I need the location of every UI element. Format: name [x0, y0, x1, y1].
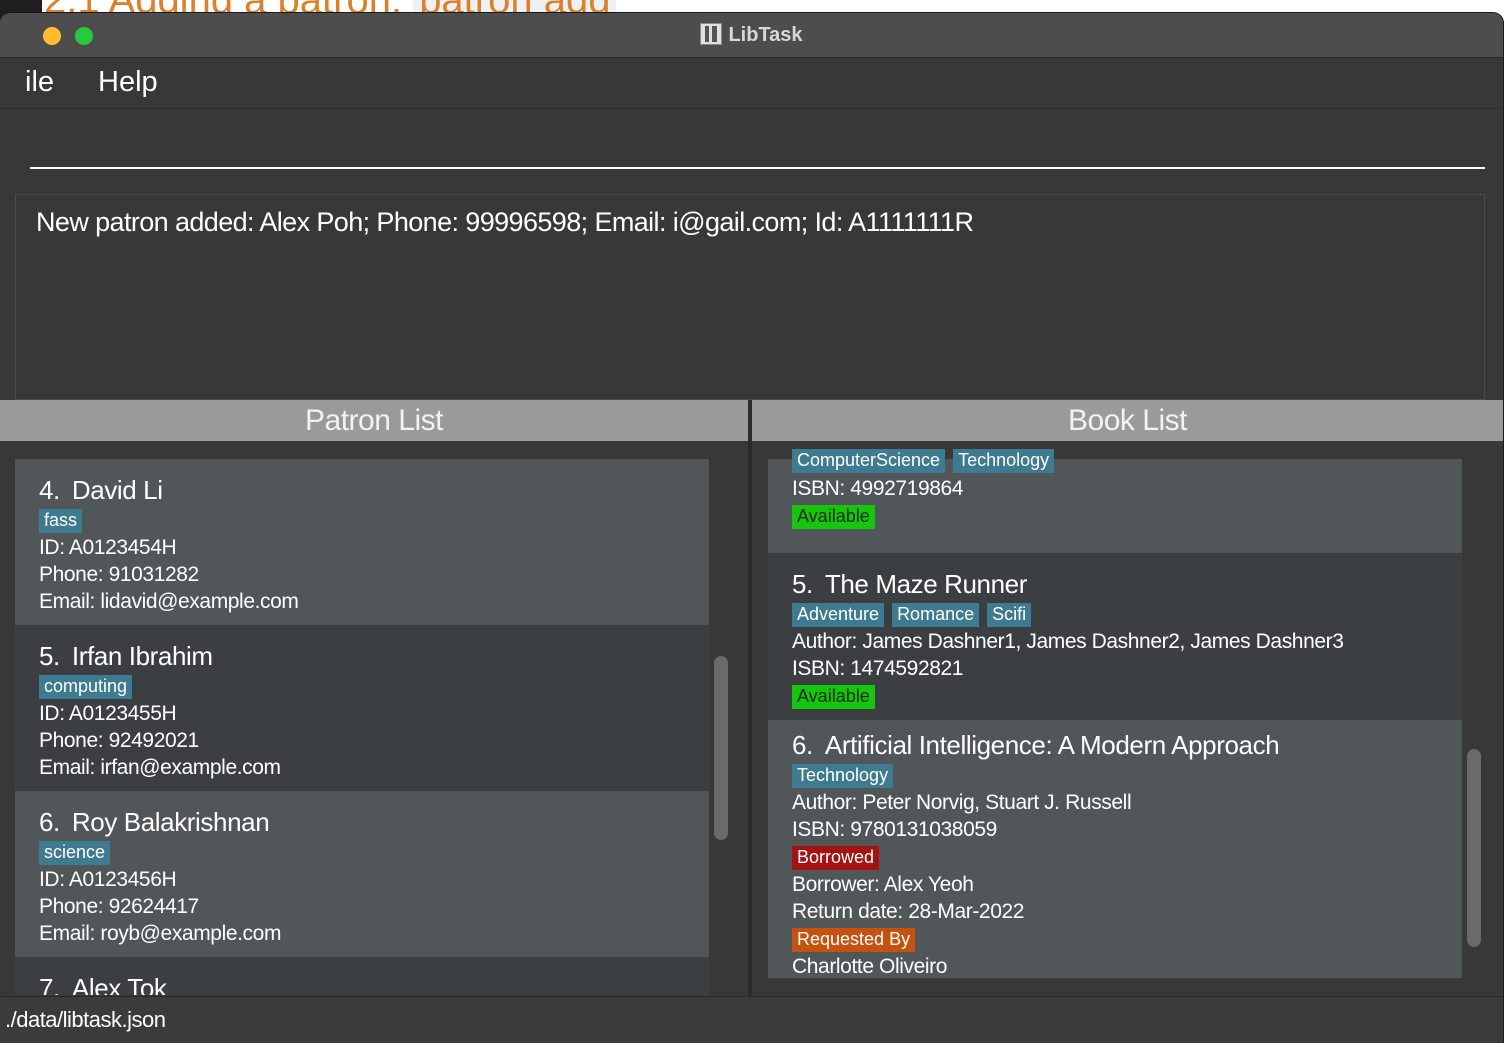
data-file-path: ./data/libtask.json — [5, 1007, 166, 1032]
patron-tags: science — [39, 841, 709, 865]
status-badge: Available — [792, 505, 875, 529]
bookshelf-icon — [700, 23, 723, 45]
patron-name: 5. Irfan Ibrahim — [39, 641, 213, 671]
patron-phone: Phone: 92624417 — [39, 895, 199, 918]
book-list-scrollbar[interactable] — [1467, 749, 1481, 947]
menu-bar: ile Help — [0, 58, 1503, 109]
patron-list-header: Patron List — [0, 400, 748, 441]
patron-card[interactable]: 6. Roy Balakrishnan science ID: A0123456H… — [15, 791, 709, 957]
window-title: LibTask — [0, 23, 1503, 47]
book-isbn: ISBN: 1474592821 — [792, 657, 964, 680]
patron-name: 7. Alex Tok — [39, 973, 167, 995]
book-requester: Charlotte Oliveiro — [792, 955, 948, 978]
patron-phone: Phone: 91031282 — [39, 563, 199, 586]
book-borrower: Borrower: Alex Yeoh — [792, 873, 974, 896]
patron-id: ID: A0123455H — [39, 702, 177, 725]
patron-tags: computing — [39, 675, 709, 699]
command-input[interactable] — [30, 125, 1485, 169]
command-box — [0, 109, 1503, 191]
patron-email: Email: lidavid@example.com — [39, 590, 299, 613]
tag: Adventure — [792, 603, 885, 627]
patron-email: Email: royb@example.com — [39, 922, 282, 945]
title-bar[interactable]: LibTask — [0, 13, 1503, 58]
book-author: Author: Peter Norvig, Stuart J. Russell — [792, 791, 1132, 814]
patron-tags: fass — [39, 509, 709, 533]
book-title: 5. The Maze Runner — [792, 569, 1027, 599]
book-tags: ComputerScience Technology — [792, 449, 1462, 473]
libtask-window: LibTask ile Help New patron added: Alex … — [0, 13, 1503, 1043]
patron-phone: Phone: 92492021 — [39, 729, 199, 752]
book-tags: Adventure Romance Scifi — [792, 603, 1462, 627]
book-list-header: Book List — [752, 400, 1503, 441]
status-badge: Borrowed — [792, 846, 880, 870]
tag: computing — [39, 675, 133, 699]
patron-list[interactable]: 4. David Li fass ID: A0123454H Phone: 910… — [0, 443, 748, 995]
patron-card[interactable]: 5. Irfan Ibrahim computing ID: A0123455H … — [15, 625, 709, 791]
patron-name: 6. Roy Balakrishnan — [39, 807, 270, 837]
book-card[interactable]: 6. Artificial Intelligence: A Modern Appr… — [768, 720, 1462, 978]
patron-card[interactable]: 4. David Li fass ID: A0123454H Phone: 910… — [15, 459, 709, 625]
tag: Technology — [792, 764, 894, 788]
tag: science — [39, 841, 111, 865]
book-card[interactable]: ComputerScience Technology ISBN: 49927198… — [768, 449, 1462, 553]
status-badge: Available — [792, 685, 875, 709]
status-bar: ./data/libtask.json — [0, 996, 1503, 1043]
book-isbn: ISBN: 4992719864 — [792, 477, 964, 500]
patron-card[interactable]: 7. Alex Tok — [15, 957, 709, 995]
tag: Technology — [953, 449, 1055, 473]
menu-help[interactable]: Help — [98, 66, 158, 99]
book-return-date: Return date: 28-Mar-2022 — [792, 900, 1025, 923]
patron-id: ID: A0123456H — [39, 868, 177, 891]
book-list[interactable]: ComputerScience Technology ISBN: 49927198… — [752, 443, 1503, 995]
patron-email: Email: irfan@example.com — [39, 756, 281, 779]
tag: fass — [39, 509, 83, 533]
result-display: New patron added: Alex Poh; Phone: 99996… — [15, 194, 1485, 400]
book-isbn: ISBN: 9780131038059 — [792, 818, 997, 841]
book-title: 6. Artificial Intelligence: A Modern Appr… — [792, 730, 1280, 760]
book-tags: Technology — [792, 764, 1462, 788]
book-card[interactable]: 5. The Maze Runner Adventure Romance Scifi … — [768, 553, 1462, 720]
patron-name: 4. David Li — [39, 475, 163, 505]
tag: ComputerScience — [792, 449, 946, 473]
requested-by-badge: Requested By — [792, 928, 916, 952]
menu-file[interactable]: ile — [25, 66, 54, 99]
patron-list-scrollbar[interactable] — [714, 656, 728, 840]
tag: Scifi — [987, 603, 1032, 627]
book-author: Author: James Dashner1, James Dashner2, … — [792, 630, 1344, 653]
patron-id: ID: A0123454H — [39, 536, 177, 559]
tag: Romance — [892, 603, 980, 627]
result-message: New patron added: Alex Poh; Phone: 99996… — [36, 207, 974, 237]
